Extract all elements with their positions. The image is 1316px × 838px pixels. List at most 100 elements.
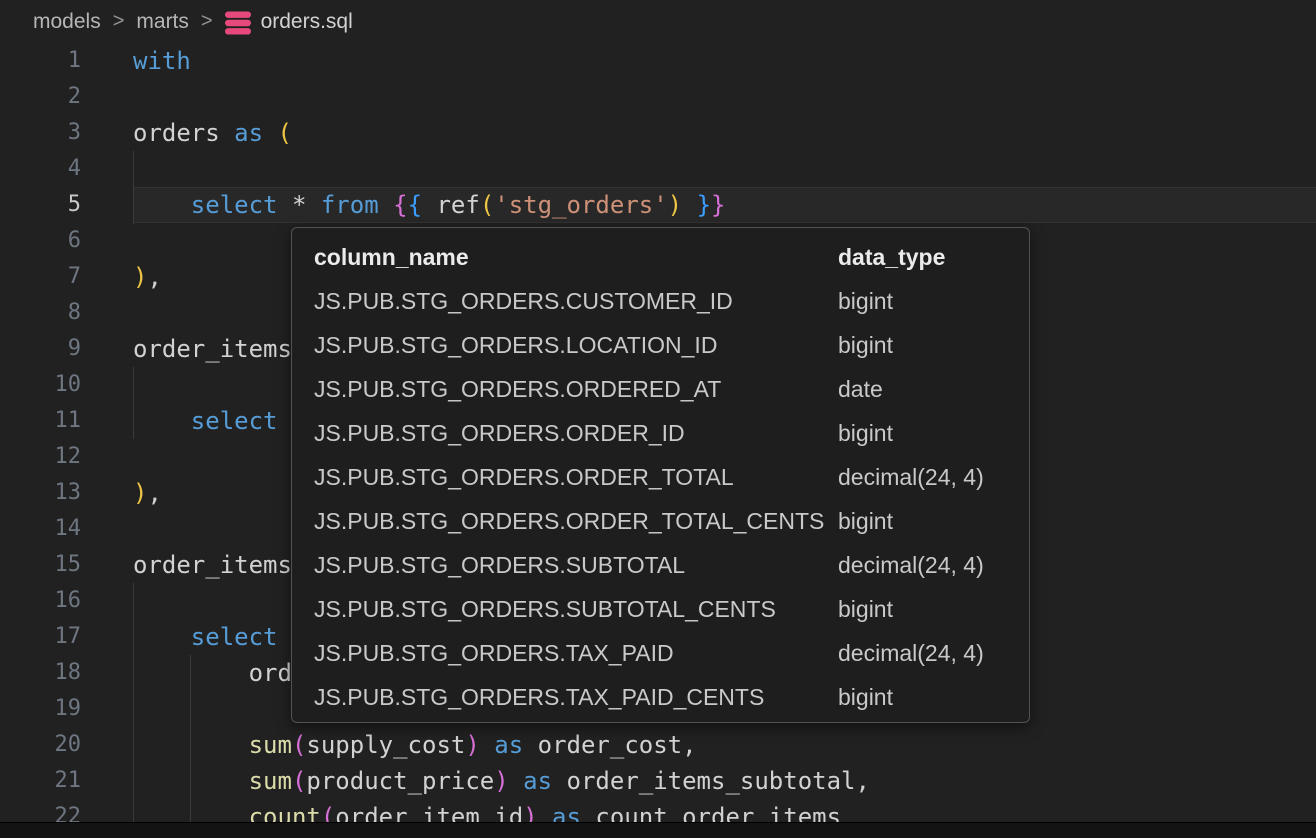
line-number: 18 [0, 655, 81, 691]
breadcrumb-separator: > [113, 10, 125, 33]
code-token: sum [249, 767, 292, 795]
code-token: ( [292, 731, 306, 759]
line-number: 16 [0, 583, 81, 619]
code-token [379, 191, 393, 219]
line-number: 7 [0, 259, 81, 295]
code-token: supply_cost [306, 731, 465, 759]
code-token: ) [133, 263, 147, 291]
gutter-gap [81, 331, 133, 367]
code-token: order_items_subtotal, [567, 767, 870, 795]
popup-column-row: JS.PUB.STG_ORDERS.ORDER_IDbigint [292, 411, 1029, 455]
popup-cell-data-type: decimal(24, 4) [838, 464, 1029, 491]
popup-column-row: JS.PUB.STG_ORDERS.TAX_PAID_CENTSbigint [292, 675, 1029, 719]
code-line-text[interactable]: with [133, 43, 1316, 79]
indent-guide [133, 583, 134, 822]
code-line-21[interactable]: 21 sum(product_price) as order_items_sub… [0, 763, 1316, 799]
code-token: order_cost, [538, 731, 697, 759]
popup-cell-data-type: bigint [838, 288, 1029, 315]
code-token: ( [480, 191, 494, 219]
code-token [523, 731, 537, 759]
breadcrumb: models > marts > orders.sql [0, 0, 1316, 43]
popup-cell-column-name: JS.PUB.STG_ORDERS.ORDER_TOTAL_CENTS [292, 508, 838, 535]
code-line-2[interactable]: 2 [0, 79, 1316, 115]
popup-cell-column-name: JS.PUB.STG_ORDERS.SUBTOTAL_CENTS [292, 596, 838, 623]
indent-guide [133, 367, 134, 439]
line-number: 8 [0, 295, 81, 331]
gutter-gap [81, 511, 133, 547]
code-token [682, 191, 696, 219]
code-token: select [191, 407, 278, 435]
gutter-gap [81, 115, 133, 151]
gutter-gap [81, 727, 133, 763]
line-number: 19 [0, 691, 81, 727]
popup-header-data-type: data_type [838, 244, 1029, 271]
popup-cell-column-name: JS.PUB.STG_ORDERS.ORDERED_AT [292, 376, 838, 403]
code-token: with [133, 47, 191, 75]
code-line-1[interactable]: 1 with [0, 43, 1316, 79]
code-token [552, 767, 566, 795]
popup-cell-column-name: JS.PUB.STG_ORDERS.ORDER_TOTAL [292, 464, 838, 491]
code-token [133, 407, 191, 435]
popup-cell-data-type: bigint [838, 596, 1029, 623]
database-icon [225, 11, 251, 35]
popup-cell-column-name: JS.PUB.STG_ORDERS.LOCATION_ID [292, 332, 838, 359]
code-line-text[interactable] [133, 79, 1316, 115]
gutter-gap [81, 475, 133, 511]
code-token: order_items [133, 551, 292, 579]
line-number: 6 [0, 223, 81, 259]
code-token: ) [668, 191, 682, 219]
line-number: 1 [0, 43, 81, 79]
gutter-gap [81, 259, 133, 295]
code-token: { [408, 191, 422, 219]
code-line-text[interactable]: sum(product_price) as order_items_subtot… [133, 763, 1316, 799]
popup-cell-data-type: bigint [838, 420, 1029, 447]
code-token: ord [249, 659, 292, 687]
line-number: 5 [0, 187, 81, 223]
popup-cell-data-type: bigint [838, 508, 1029, 535]
popup-column-row: JS.PUB.STG_ORDERS.CUSTOMER_IDbigint [292, 279, 1029, 323]
code-line-4[interactable]: 4 [0, 151, 1316, 187]
gutter-gap [81, 619, 133, 655]
popup-column-row: JS.PUB.STG_ORDERS.ORDER_TOTALdecimal(24,… [292, 455, 1029, 499]
code-line-3[interactable]: 3orders as ( [0, 115, 1316, 151]
breadcrumb-item-marts[interactable]: marts [136, 10, 189, 34]
code-token: product_price [306, 767, 494, 795]
code-token [133, 623, 191, 651]
popup-cell-column-name: JS.PUB.STG_ORDERS.TAX_PAID [292, 640, 838, 667]
code-token: as [494, 731, 523, 759]
popup-column-row: JS.PUB.STG_ORDERS.SUBTOTALdecimal(24, 4) [292, 543, 1029, 587]
code-token: from [321, 191, 379, 219]
code-token [422, 191, 436, 219]
code-token: * [292, 191, 306, 219]
code-token: ) [494, 767, 508, 795]
code-line-text[interactable] [133, 151, 1316, 187]
popup-cell-data-type: decimal(24, 4) [838, 640, 1029, 667]
popup-cell-column-name: JS.PUB.STG_ORDERS.TAX_PAID_CENTS [292, 684, 838, 711]
code-line-5[interactable]: 5 select * from {{ ref('stg_orders') }} [0, 187, 1316, 223]
popup-cell-column-name: JS.PUB.STG_ORDERS.SUBTOTAL [292, 552, 838, 579]
gutter-gap [81, 151, 133, 187]
breadcrumb-item-models[interactable]: models [33, 10, 101, 34]
gutter-gap [81, 187, 133, 223]
line-number: 12 [0, 439, 81, 475]
line-number: 2 [0, 79, 81, 115]
code-token: ( [292, 767, 306, 795]
code-line-20[interactable]: 20 sum(supply_cost) as order_cost, [0, 727, 1316, 763]
breadcrumb-file-name[interactable]: orders.sql [261, 10, 353, 34]
code-line-text[interactable]: orders as ( [133, 115, 1316, 151]
popup-column-row: JS.PUB.STG_ORDERS.ORDERED_ATdate [292, 367, 1029, 411]
popup-cell-column-name: JS.PUB.STG_ORDERS.ORDER_ID [292, 420, 838, 447]
line-number: 14 [0, 511, 81, 547]
code-line-text[interactable]: select * from {{ ref('stg_orders') }} [133, 187, 1316, 223]
code-token: order_items [133, 335, 292, 363]
line-number: 17 [0, 619, 81, 655]
code-token [133, 191, 191, 219]
code-token: ( [278, 119, 292, 147]
popup-header-row: column_namedata_type [292, 235, 1029, 279]
indent-guide [190, 655, 191, 822]
code-token: select [191, 623, 278, 651]
popup-cell-data-type: date [838, 376, 1029, 403]
code-token: ref [436, 191, 479, 219]
code-line-text[interactable]: sum(supply_cost) as order_cost, [133, 727, 1316, 763]
gutter-gap [81, 763, 133, 799]
